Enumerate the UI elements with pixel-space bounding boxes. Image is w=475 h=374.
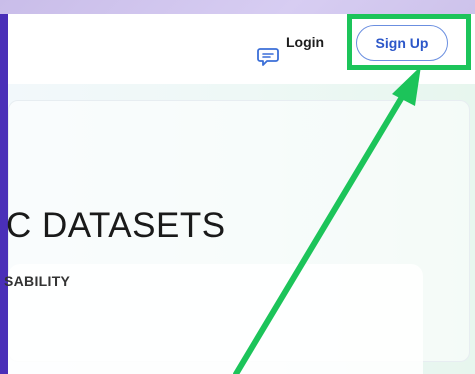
- content-card: [8, 264, 423, 374]
- signup-button[interactable]: Sign Up: [356, 25, 448, 61]
- window-edge: [0, 14, 8, 374]
- chat-bubble-icon[interactable]: [257, 47, 279, 67]
- page-subtitle: SABILITY: [4, 273, 71, 289]
- signup-button-label: Sign Up: [375, 35, 429, 51]
- page-title: C DATASETS: [6, 206, 226, 245]
- browser-page: [8, 14, 475, 374]
- login-link[interactable]: Login: [286, 34, 324, 50]
